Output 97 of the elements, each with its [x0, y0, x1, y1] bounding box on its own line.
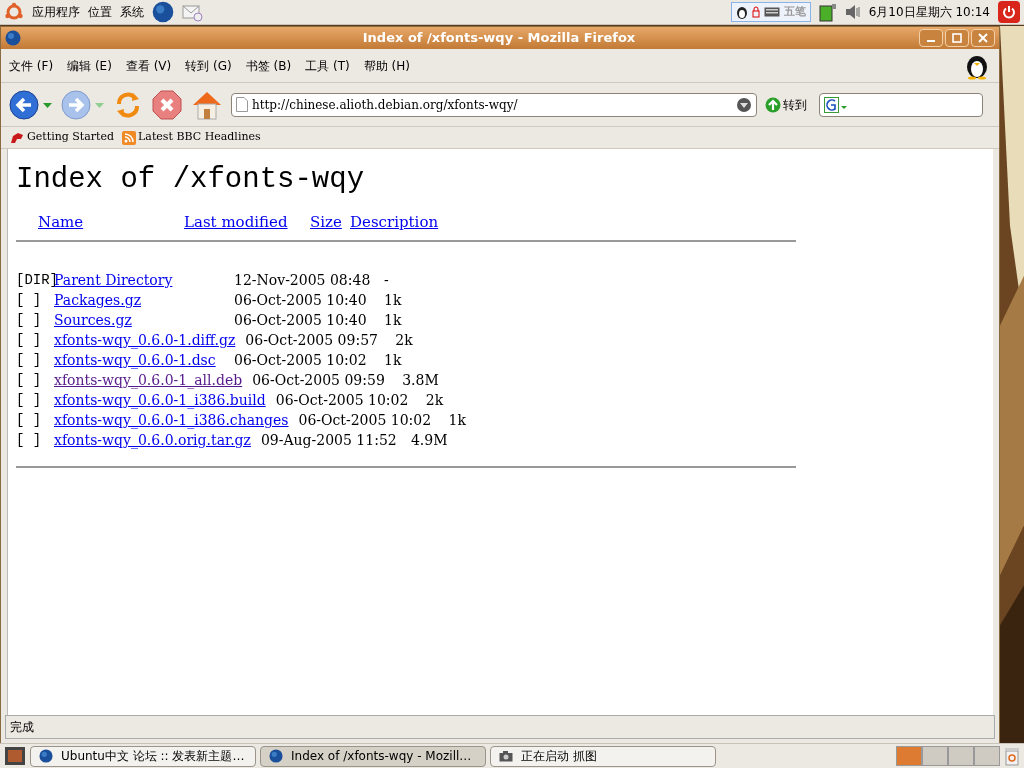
- globe-icon: [152, 1, 174, 23]
- menu-item[interactable]: 书签 (B): [245, 56, 292, 75]
- back-icon[interactable]: [9, 88, 53, 121]
- globe-icon: [5, 30, 21, 46]
- modified-date: 06-Oct-2005 10:40: [234, 291, 368, 310]
- dropdown-icon[interactable]: [736, 96, 752, 113]
- workspace-switcher-cell[interactable]: [948, 746, 974, 766]
- rss-icon: [122, 130, 137, 145]
- menu-item[interactable]: 查看 (V): [125, 56, 172, 75]
- file-type-label: [ ]: [16, 371, 43, 390]
- panel-menu[interactable]: 位置: [88, 3, 112, 21]
- file-size: 1k: [384, 291, 402, 310]
- taskbar-button[interactable]: Ubuntu中文 论坛 :: 发表新主题…: [30, 745, 256, 767]
- go-button[interactable]: 转到: [765, 95, 807, 114]
- close-icon: [978, 33, 988, 43]
- minimize-button[interactable]: [919, 29, 943, 47]
- file-size: -: [384, 271, 389, 290]
- minimize-icon: [926, 40, 936, 42]
- file-size: 1k: [384, 351, 402, 370]
- menu-item[interactable]: 编辑 (E): [67, 56, 112, 75]
- power-icon: [1002, 5, 1016, 19]
- search-engine-icon[interactable]: [824, 96, 848, 113]
- file-size: 3.8M: [402, 371, 439, 390]
- speaker-icon[interactable]: [844, 4, 861, 20]
- menu-item[interactable]: 工具 (T): [305, 56, 350, 75]
- battery-icon: [818, 2, 837, 22]
- file-type-label: [ ]: [16, 351, 43, 370]
- column-header-link[interactable]: Size: [310, 212, 350, 232]
- stop-icon[interactable]: [151, 88, 183, 121]
- modified-date: 06-Oct-2005 10:02: [275, 391, 410, 410]
- file-link[interactable]: xfonts-wqy_0.6.0-1_i386.build: [54, 390, 266, 410]
- panel-menu[interactable]: 应用程序: [32, 3, 80, 21]
- file-type-label: [ ]: [16, 331, 43, 350]
- close-button[interactable]: [971, 29, 995, 47]
- page-heading: Index of /xfonts-wqy: [16, 162, 366, 198]
- file-link[interactable]: xfonts-wqy_0.6.0-1_i386.changes: [54, 410, 289, 430]
- camera-icon: [499, 750, 513, 762]
- workspace-switcher-cell[interactable]: [922, 746, 948, 766]
- ubuntu-logo-icon[interactable]: [4, 2, 24, 22]
- url-text: http://chinese.alioth.debian.org/xfonts-wqy/: [252, 96, 519, 114]
- keyboard-icon[interactable]: [763, 7, 780, 17]
- window-title: Index of /xfonts-wqy - Mozilla Firefox: [362, 29, 636, 48]
- file-size: 2k: [395, 331, 413, 350]
- modified-date: 06-Oct-2005 09:57: [245, 331, 379, 350]
- file-type-label: [ ]: [16, 311, 43, 330]
- file-size: 2k: [425, 391, 444, 410]
- workspace-switcher-cell[interactable]: [896, 746, 922, 766]
- column-header-link[interactable]: Last modified: [184, 212, 310, 232]
- file-link[interactable]: Parent Directory: [54, 270, 224, 290]
- file-link[interactable]: xfonts-wqy_0.6.0.orig.tar.gz: [54, 430, 251, 450]
- modified-date: 06-Oct-2005 10:40: [234, 311, 368, 330]
- bookmark-link[interactable]: Latest BBC Headlines: [122, 129, 261, 146]
- page-icon: [236, 97, 248, 112]
- file-link[interactable]: xfonts-wqy_0.6.0-1.diff.gz: [54, 330, 236, 350]
- up-arrow-icon: [765, 96, 781, 113]
- file-link[interactable]: Sources.gz: [54, 310, 224, 330]
- power-button[interactable]: [998, 1, 1020, 23]
- maximize-button[interactable]: [945, 29, 969, 47]
- file-type-label: [ ]: [16, 411, 43, 430]
- file-link[interactable]: xfonts-wqy_0.6.0-1.dsc: [54, 350, 224, 370]
- column-header-link[interactable]: Description: [350, 212, 439, 232]
- taskbar-button[interactable]: Index of /xfonts-wqy - Mozill…: [260, 745, 486, 767]
- file-size: 4.9M: [410, 431, 448, 450]
- modified-date: 09-Aug-2005 11:52: [260, 431, 398, 450]
- url-field[interactable]: http://chinese.alioth.debian.org/xfonts-wqy/: [231, 92, 757, 117]
- forward-icon[interactable]: [61, 88, 105, 121]
- menu-item[interactable]: 帮助 (H): [363, 56, 410, 75]
- modified-date: 12-Nov-2005 08:48: [234, 271, 372, 290]
- lock-icon[interactable]: [751, 6, 760, 18]
- globe-icon: [39, 749, 53, 763]
- file-link[interactable]: xfonts-wqy_0.6.0-1_all.deb: [54, 370, 243, 390]
- trash-icon[interactable]: [1004, 746, 1020, 766]
- panel-menu[interactable]: 系统: [120, 3, 144, 21]
- file-type-label: [ ]: [16, 431, 43, 450]
- search-field[interactable]: [819, 92, 983, 117]
- menu-item[interactable]: 转到 (G): [185, 56, 232, 75]
- mail-icon[interactable]: [182, 2, 204, 22]
- file-link[interactable]: Packages.gz: [54, 290, 224, 310]
- column-header-link[interactable]: Name: [38, 212, 184, 232]
- status-text: 完成: [10, 719, 34, 736]
- bookmark-link[interactable]: Getting Started: [9, 129, 115, 146]
- show-desktop-icon[interactable]: [4, 746, 26, 766]
- file-type-label: [ ]: [16, 391, 43, 410]
- globe-icon: [269, 749, 283, 763]
- file-size: 1k: [384, 311, 402, 330]
- clock[interactable]: 6月10日星期六 10:14: [868, 3, 990, 21]
- workspace-switcher-cell[interactable]: [974, 746, 1000, 766]
- modified-date: 06-Oct-2005 10:02: [298, 411, 433, 430]
- modified-date: 06-Oct-2005 09:59: [252, 371, 386, 390]
- menu-item[interactable]: 文件 (F): [9, 56, 54, 75]
- file-size: 1k: [448, 411, 466, 430]
- taskbar-button[interactable]: 正在启动 抓图: [490, 745, 716, 767]
- file-type-label: [ ]: [16, 291, 43, 310]
- maximize-icon: [952, 33, 962, 43]
- modified-date: 06-Oct-2005 10:02: [234, 351, 368, 370]
- penguin-icon[interactable]: [735, 5, 748, 19]
- file-type-label: [DIR]: [16, 271, 54, 290]
